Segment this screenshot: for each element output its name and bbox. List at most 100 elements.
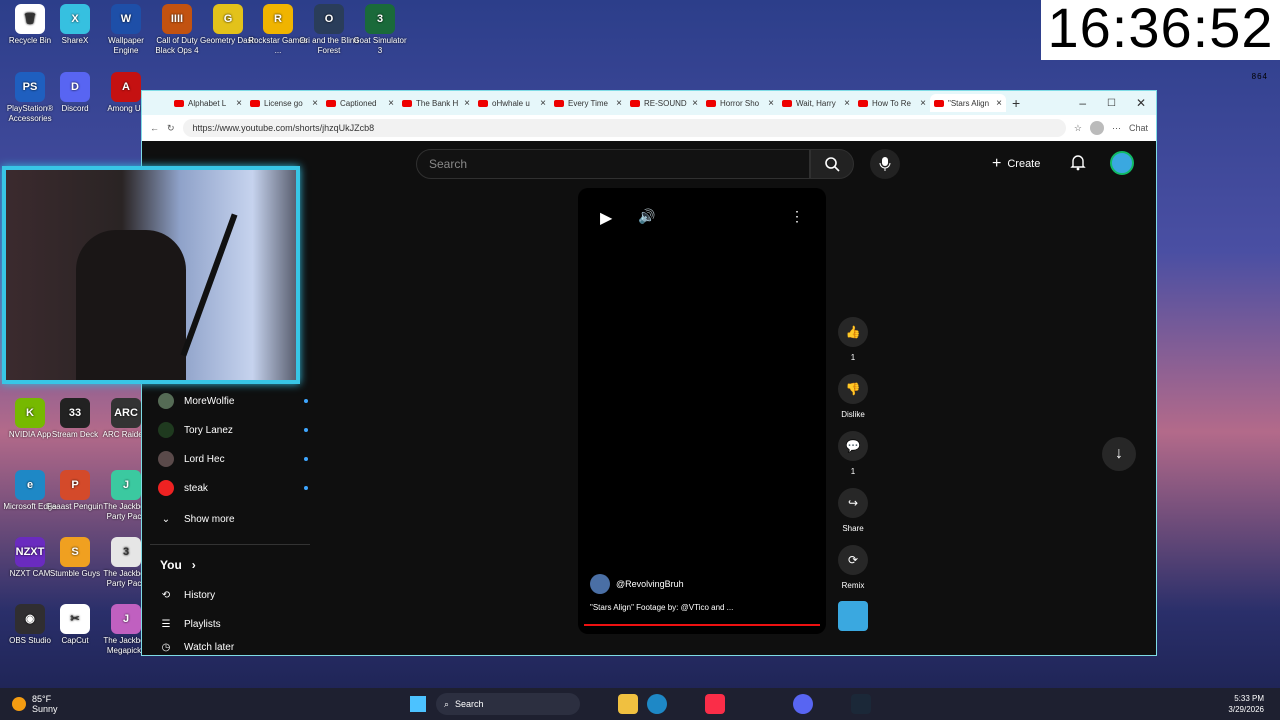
new-content-dot bbox=[304, 486, 308, 490]
share-action[interactable]: ↪ Share bbox=[836, 488, 870, 533]
you-item-label: History bbox=[184, 589, 216, 601]
you-item[interactable]: ⟲ History bbox=[158, 584, 308, 606]
new-content-dot bbox=[304, 457, 308, 461]
notifications-bell-icon[interactable] bbox=[1070, 153, 1086, 171]
maximize-button[interactable]: ☐ bbox=[1107, 98, 1116, 109]
show-more-button[interactable]: ⌄ Show more bbox=[158, 508, 308, 530]
music-icon[interactable] bbox=[705, 694, 725, 714]
browser-tab[interactable]: Every Time × bbox=[550, 94, 626, 112]
comment-action[interactable]: 💬 1 bbox=[836, 431, 870, 476]
close-window-button[interactable]: ✕ bbox=[1136, 96, 1146, 110]
subscription-item[interactable]: Tory Lanez bbox=[158, 419, 308, 441]
sidebar-divider bbox=[150, 544, 310, 545]
browser-tab[interactable]: "Stars Align × bbox=[930, 94, 1006, 112]
share-icon[interactable]: ↪ bbox=[838, 488, 868, 518]
copilot-chat-button[interactable]: Chat bbox=[1129, 123, 1148, 133]
browser-tab[interactable]: How To Re × bbox=[854, 94, 930, 112]
subscription-item[interactable]: steak bbox=[158, 477, 308, 499]
youtube-favicon-icon bbox=[934, 99, 944, 107]
tab-label: Wait, Harry bbox=[796, 98, 836, 108]
weather-widget[interactable]: 85°F Sunny bbox=[12, 694, 58, 714]
more-options-icon[interactable]: ⋮ bbox=[790, 208, 804, 225]
app-icon: X bbox=[60, 4, 90, 34]
url-field[interactable]: https://www.youtube.com/shorts/jhzqUkJZc… bbox=[182, 119, 1066, 137]
close-tab-icon[interactable]: × bbox=[692, 98, 698, 109]
next-short-button[interactable]: ↓ bbox=[1102, 437, 1136, 471]
minimize-button[interactable]: – bbox=[1079, 96, 1086, 110]
steam-icon[interactable] bbox=[851, 694, 871, 714]
close-tab-icon[interactable]: × bbox=[388, 98, 394, 109]
desktop-icon[interactable]: 3 Goat Simulator 3 bbox=[350, 4, 410, 56]
dislike-icon[interactable]: 👎 bbox=[838, 374, 868, 404]
search-input[interactable]: Search bbox=[416, 149, 810, 179]
file-explorer-icon[interactable] bbox=[618, 694, 638, 714]
close-tab-icon[interactable]: × bbox=[844, 98, 850, 109]
edge-icon[interactable] bbox=[647, 694, 667, 714]
new-content-dot bbox=[304, 428, 308, 432]
taskbar-date: 3/29/2026 bbox=[1228, 705, 1264, 714]
close-tab-icon[interactable]: × bbox=[312, 98, 318, 109]
channel-avatar bbox=[158, 393, 174, 409]
windows-start-icon[interactable] bbox=[410, 696, 426, 712]
browser-tab[interactable]: The Bank H × bbox=[398, 94, 474, 112]
volume-icon[interactable]: 🔊 bbox=[638, 208, 655, 225]
remix-action[interactable]: ⟳ Remix bbox=[836, 545, 870, 590]
new-tab-button[interactable]: + bbox=[1012, 95, 1020, 111]
search-button[interactable] bbox=[810, 149, 854, 179]
comment-icon[interactable]: 💬 bbox=[838, 431, 868, 461]
show-more-label: Show more bbox=[184, 513, 235, 525]
profile-icon[interactable] bbox=[1089, 121, 1104, 135]
browser-tab[interactable]: Captioned × bbox=[322, 94, 398, 112]
like-icon[interactable]: 👍 bbox=[838, 317, 868, 347]
you-item[interactable]: ☰ Playlists bbox=[158, 613, 308, 635]
you-item[interactable]: ◷ Watch later bbox=[158, 642, 308, 652]
browser-tab[interactable]: License go × bbox=[246, 94, 322, 112]
progress-bar[interactable] bbox=[584, 624, 820, 626]
voice-search-button[interactable] bbox=[870, 149, 900, 179]
close-tab-icon[interactable]: × bbox=[236, 98, 242, 109]
app-icon: G bbox=[213, 4, 243, 34]
subscription-item[interactable]: Lord Hec bbox=[158, 448, 308, 470]
close-tab-icon[interactable]: × bbox=[616, 98, 622, 109]
arrow-down-icon: ↓ bbox=[1115, 445, 1123, 462]
app-icon: S bbox=[60, 537, 90, 567]
remix-thumbnail[interactable] bbox=[838, 601, 868, 631]
back-icon[interactable]: ← bbox=[150, 123, 159, 133]
close-tab-icon[interactable]: × bbox=[540, 98, 546, 109]
close-tab-icon[interactable]: × bbox=[768, 98, 774, 109]
browser-tab[interactable]: Alphabet L × bbox=[170, 94, 246, 112]
app-icon: A bbox=[111, 72, 141, 102]
refresh-icon[interactable]: ↻ bbox=[167, 123, 175, 134]
subscription-label: MoreWolfie bbox=[184, 395, 235, 407]
sun-icon bbox=[12, 697, 26, 711]
create-button[interactable]: + Create bbox=[992, 149, 1040, 179]
system-clock[interactable]: 5:33 PM 3/29/2026 bbox=[1228, 693, 1264, 715]
discord-icon[interactable] bbox=[793, 694, 813, 714]
dislike-action[interactable]: 👎 Dislike bbox=[836, 374, 870, 419]
you-section-header[interactable]: You › bbox=[160, 554, 310, 576]
browser-tab[interactable]: oHwhale u × bbox=[474, 94, 550, 112]
channel-avatar bbox=[590, 574, 610, 594]
close-tab-icon[interactable]: × bbox=[464, 98, 470, 109]
play-icon[interactable]: ▶ bbox=[600, 208, 612, 228]
browser-tab[interactable]: Wait, Harry × bbox=[778, 94, 854, 112]
remix-icon[interactable]: ⟳ bbox=[838, 545, 868, 575]
channel-row[interactable]: @RevolvingBruh bbox=[590, 574, 684, 594]
close-tab-icon[interactable]: × bbox=[996, 98, 1002, 109]
subscription-label: Lord Hec bbox=[184, 453, 225, 465]
subscription-item[interactable]: MoreWolfie bbox=[158, 390, 308, 412]
app-icon: R bbox=[263, 4, 293, 34]
tab-label: Every Time bbox=[568, 98, 609, 108]
account-avatar[interactable] bbox=[1110, 151, 1134, 175]
like-action[interactable]: 👍 1 bbox=[836, 317, 870, 362]
close-tab-icon[interactable]: × bbox=[920, 98, 926, 109]
history-icon: ⟲ bbox=[161, 589, 171, 601]
star-icon[interactable]: ☆ bbox=[1074, 123, 1082, 134]
browser-tab[interactable]: RE-SOUND × bbox=[626, 94, 702, 112]
taskbar-search[interactable]: ⌕ Search bbox=[436, 693, 580, 715]
more-icon[interactable]: ⋯ bbox=[1112, 123, 1121, 134]
address-bar-row: ← ↻ https://www.youtube.com/shorts/jhzqU… bbox=[142, 115, 1156, 141]
shorts-player[interactable]: ▶ 🔊 ⋮ @RevolvingBruh "Stars Align" Foota… bbox=[578, 188, 826, 634]
browser-tab[interactable]: Horror Sho × bbox=[702, 94, 778, 112]
short-caption[interactable]: "Stars Align" Footage by: @VTico and ... bbox=[590, 603, 733, 612]
